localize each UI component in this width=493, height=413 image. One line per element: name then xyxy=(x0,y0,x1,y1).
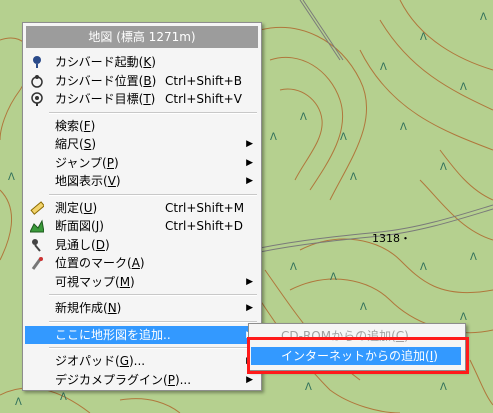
menu-item-f[interactable]: 検索(F) xyxy=(25,117,259,135)
svg-text:ᐱ: ᐱ xyxy=(300,112,307,123)
menu-item-line-of-sight-icon[interactable]: 見通し(D) xyxy=(25,236,259,254)
svg-text:ᐱ: ᐱ xyxy=(330,272,337,283)
svg-text:ᐱ: ᐱ xyxy=(400,122,407,133)
svg-text:ᐱ: ᐱ xyxy=(480,12,487,23)
svg-text:ᐱ: ᐱ xyxy=(460,312,467,323)
menu-item-position-mark-icon[interactable]: 位置のマーク(A) xyxy=(25,254,259,272)
menu-item-label: 測定(U) xyxy=(55,200,98,215)
menu-separator xyxy=(49,193,257,196)
menu-item-label: 地図表示(V) xyxy=(55,174,121,188)
menu-separator xyxy=(49,320,257,323)
menu-item-shortcut: Ctrl+Shift+M xyxy=(165,200,245,215)
menu-item-label: 縮尺(S) xyxy=(55,137,96,151)
menu-item-label: カシバード目標(T) xyxy=(55,92,156,106)
cross-section-icon xyxy=(29,219,45,233)
menu-item-shortcut: Ctrl+Shift+V xyxy=(165,92,242,106)
menu-item-viewpoint-target-icon[interactable]: カシバード目標(T) Ctrl+Shift+V xyxy=(25,90,259,108)
menu-item-v[interactable]: 地図表示(V) ▶ xyxy=(25,172,259,190)
annotation-highlight-box xyxy=(247,337,469,374)
menu-item-label: ジオパッド(G)... xyxy=(55,354,146,368)
menu-item-shortcut: Ctrl+Shift+B xyxy=(165,73,242,88)
menu-item-label: カシバード位置(B) xyxy=(55,73,157,88)
menu-item-kashmir-bird-icon[interactable]: カシバード起動(K) xyxy=(25,53,259,71)
menu-item-label: ジャンプ(P) xyxy=(55,155,119,170)
menu-separator xyxy=(49,347,257,349)
menu-item-m[interactable]: 可視マップ(M) ▶ xyxy=(25,273,259,291)
menu-item-label: カシバード起動(K) xyxy=(55,55,156,69)
menu-item-n[interactable]: 新規作成(N) ▶ xyxy=(25,299,259,317)
menu-item-label: 新規作成(N) xyxy=(55,301,122,315)
context-menu: 地図 (標高 1271m) カシバード起動(K) カシバード位置(B) Ctrl+S… xyxy=(22,22,262,391)
submenu-arrow-icon: ▶ xyxy=(246,176,253,186)
svg-text:ᐱ: ᐱ xyxy=(8,172,15,183)
menu-separator xyxy=(49,294,257,296)
menu-item-viewpoint-position-icon[interactable]: カシバード位置(B) Ctrl+Shift+B xyxy=(25,72,259,90)
menu-separator xyxy=(49,111,257,114)
menu-item-shortcut: Ctrl+Shift+D xyxy=(165,219,243,233)
svg-text:ᐱ: ᐱ xyxy=(360,302,367,313)
svg-text:ᐱ: ᐱ xyxy=(290,262,297,273)
svg-text:ᐱ: ᐱ xyxy=(380,62,387,73)
menu-item-p[interactable]: デジカメプラグイン(P)... ▶ xyxy=(25,371,259,389)
menu-item-label: 見通し(D) xyxy=(55,237,110,252)
svg-text:ᐱ: ᐱ xyxy=(305,382,312,393)
submenu-arrow-icon: ▶ xyxy=(246,276,253,287)
menu-item-label: 検索(F) xyxy=(55,118,96,133)
svg-text:ᐱ: ᐱ xyxy=(60,392,67,403)
svg-text:ᐱ: ᐱ xyxy=(340,132,347,143)
submenu-arrow-icon: ▶ xyxy=(246,139,253,149)
viewpoint-position-icon xyxy=(30,74,44,88)
menu-item-s[interactable]: 縮尺(S) ▶ xyxy=(25,135,259,153)
menu-item-item[interactable]: ここに地形図を追加..▶ xyxy=(25,325,259,344)
svg-text:ᐱ: ᐱ xyxy=(350,172,357,183)
svg-text:ᐱ: ᐱ xyxy=(460,82,467,93)
svg-text:ᐱ: ᐱ xyxy=(420,32,427,43)
position-mark-icon xyxy=(30,256,44,270)
menu-item-ruler-icon[interactable]: 測定(U) Ctrl+Shift+M xyxy=(25,199,259,217)
menu-item-label: デジカメプラグイン(P)... xyxy=(55,372,192,387)
svg-text:ᐱ: ᐱ xyxy=(15,397,22,408)
svg-text:ᐱ: ᐱ xyxy=(470,252,477,263)
elevation-label: 1318・ xyxy=(372,232,411,245)
menu-item-label: 位置のマーク(A) xyxy=(55,256,145,270)
menu-item-label: ここに地形図を追加.. xyxy=(55,327,171,342)
menu-item-label: 可視マップ(M) xyxy=(55,274,135,289)
kashmir-bird-icon xyxy=(30,55,44,69)
menu-title: 地図 (標高 1271m) xyxy=(26,26,258,48)
viewpoint-target-icon xyxy=(30,92,44,106)
menu-item-cross-section-icon[interactable]: 断面図(J) Ctrl+Shift+D xyxy=(25,217,259,235)
line-of-sight-icon xyxy=(30,238,44,252)
menu-item-label: 断面図(J) xyxy=(55,219,104,233)
submenu-arrow-icon: ▶ xyxy=(246,157,253,168)
svg-text:ᐱ: ᐱ xyxy=(440,162,447,173)
menu-item-g[interactable]: ジオパッド(G)...▶ xyxy=(25,352,259,370)
svg-text:ᐱ: ᐱ xyxy=(270,132,277,143)
menu-item-p[interactable]: ジャンプ(P) ▶ xyxy=(25,154,259,172)
ruler-icon xyxy=(30,200,45,215)
submenu-arrow-icon: ▶ xyxy=(246,303,253,313)
svg-text:ᐱ: ᐱ xyxy=(420,262,427,273)
svg-text:ᐱ: ᐱ xyxy=(440,382,447,393)
